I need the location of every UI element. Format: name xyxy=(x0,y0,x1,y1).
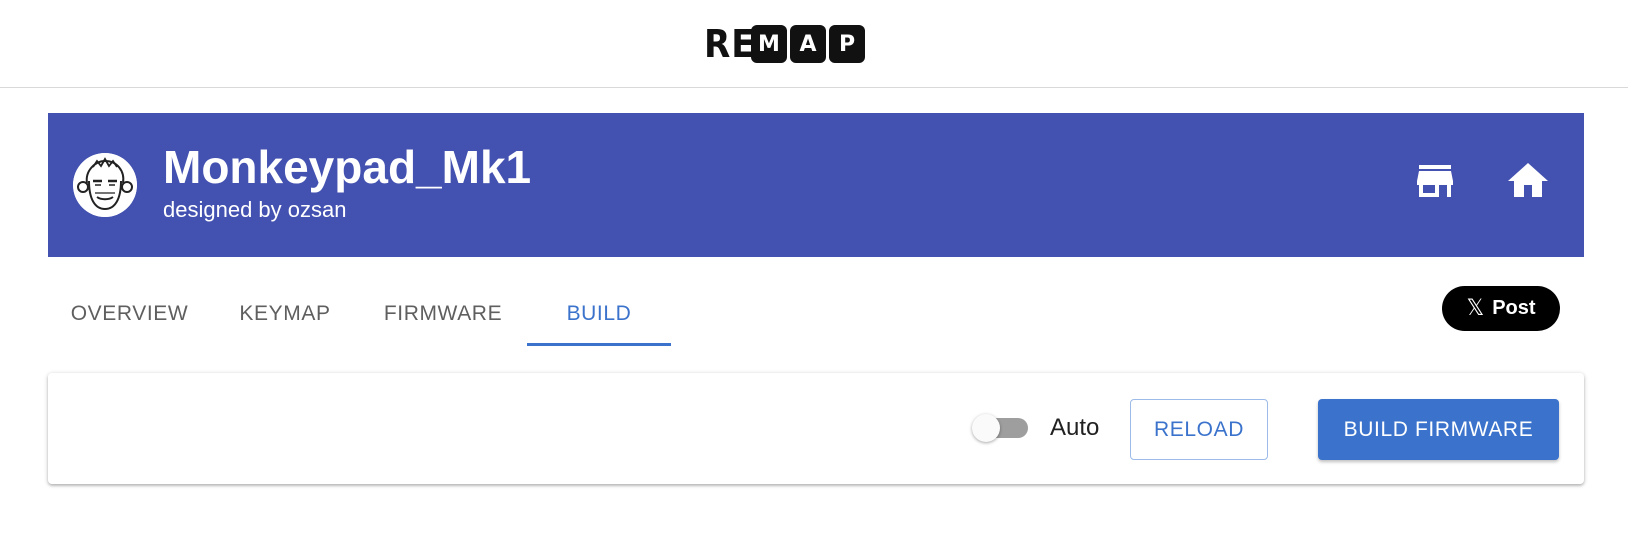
logo-box-m: M xyxy=(751,25,787,63)
keyboard-header: Monkeypad_Mk1 designed by ozsan xyxy=(48,113,1584,257)
build-firmware-button[interactable]: BUILD FIRMWARE xyxy=(1318,399,1559,460)
logo-box-p: P xyxy=(829,25,865,63)
active-tab-indicator xyxy=(527,343,671,346)
keyboard-name: Monkeypad_Mk1 xyxy=(163,141,532,193)
auto-toggle-thumb xyxy=(972,414,1000,442)
reload-button[interactable]: RELOAD xyxy=(1130,399,1268,460)
auto-label: Auto xyxy=(1050,414,1100,441)
x-post-button[interactable]: 𝕏 Post xyxy=(1442,286,1560,331)
app-bar: RE M A P xyxy=(0,0,1628,88)
tab-overview[interactable]: OVERVIEW xyxy=(48,280,211,348)
logo-box-a: A xyxy=(790,25,826,63)
build-toolbar-card: Auto RELOAD BUILD FIRMWARE xyxy=(48,373,1584,484)
x-post-label: Post xyxy=(1492,297,1536,319)
logo-text-re: RE xyxy=(704,22,756,66)
keyboard-avatar xyxy=(73,153,137,217)
tab-build[interactable]: BUILD xyxy=(527,280,671,348)
store-icon[interactable] xyxy=(1411,157,1459,205)
tab-firmware[interactable]: FIRMWARE xyxy=(359,280,527,348)
home-icon[interactable] xyxy=(1504,157,1552,205)
auto-toggle[interactable] xyxy=(970,407,1032,447)
tab-keymap[interactable]: KEYMAP xyxy=(211,280,359,348)
x-logo-icon: 𝕏 xyxy=(1466,296,1485,321)
monkey-face-icon xyxy=(73,153,137,217)
keyboard-designer: designed by ozsan xyxy=(163,197,347,222)
remap-logo[interactable]: RE M A P xyxy=(704,24,865,64)
